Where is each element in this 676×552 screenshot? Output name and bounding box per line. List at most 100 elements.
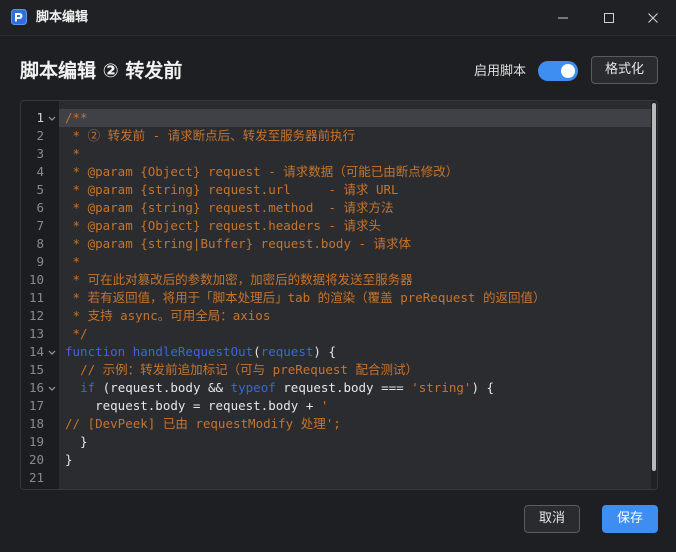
code-token: ) { [471, 380, 495, 395]
save-button[interactable]: 保存 [602, 505, 658, 533]
line-number: 6 [36, 200, 44, 215]
code-line: 8 * @param {string|Buffer} request.body … [21, 235, 651, 253]
code-token: /** [65, 110, 88, 125]
code-token: * @param {Object} request - 请求数据（可能已由断点修… [65, 164, 459, 179]
chevron-down-icon[interactable] [48, 109, 56, 127]
line-number: 1 [36, 110, 44, 125]
code-token: * [65, 254, 81, 269]
code-text: * 若有返回值，将用于「脚本处理后」tab 的渲染（覆盖 preRequest … [59, 289, 651, 307]
code-text: // [DevPeek] 已由 requestModify 处理'; [59, 415, 651, 433]
code-token: * @param {string|Buffer} request.body - … [65, 236, 412, 251]
maximize-icon [604, 13, 614, 23]
code-line: 4 * @param {Object} request - 请求数据（可能已由断… [21, 163, 651, 181]
code-token: * 支持 async。可用全局：axios [65, 308, 271, 323]
code-text: if (request.body && typeof request.body … [59, 379, 651, 397]
code-token: request [260, 344, 314, 359]
enable-script-toggle[interactable] [538, 61, 578, 81]
code-text: /** [59, 109, 651, 127]
code-text: * @param {Object} request - 请求数据（可能已由断点修… [59, 163, 651, 181]
code-token: handleRequestOut [132, 344, 254, 359]
chevron-down-icon[interactable] [48, 379, 56, 397]
code-token: * [65, 146, 81, 161]
code-token: function [65, 344, 126, 359]
page-title: 脚本编辑 ② 转发前 [20, 60, 183, 82]
code-token: ) { [313, 344, 336, 359]
code-text: } [59, 433, 651, 451]
line-number: 11 [28, 290, 44, 305]
code-text: * 可在此对篡改后的参数加密，加密后的数据将发送至服务器 [59, 271, 651, 289]
code-token: */ [65, 326, 88, 341]
format-button[interactable]: 格式化 [591, 56, 658, 84]
minimize-button[interactable] [540, 0, 586, 36]
code-text: request.body = request.body + ' [59, 397, 651, 415]
code-line: 1 /** [21, 109, 651, 127]
line-number: 9 [36, 254, 44, 269]
title-bar: 脚本编辑 [0, 0, 676, 36]
code-line: 5 * @param {string} request.url - 请求 URL [21, 181, 651, 199]
code-line: 20} [21, 451, 651, 469]
code-token: if [80, 380, 96, 395]
cancel-button[interactable]: 取消 [524, 505, 580, 533]
line-number: 19 [28, 434, 44, 449]
code-token: * 若有返回值，将用于「脚本处理后」tab 的渲染（覆盖 preRequest … [65, 290, 546, 305]
line-number: 12 [28, 308, 44, 323]
code-line: 16 if (request.body && typeof request.bo… [21, 379, 651, 397]
scrollbar-thumb[interactable] [652, 103, 656, 471]
line-number: 3 [36, 146, 44, 161]
code-text: } [59, 451, 651, 469]
code-token: * @param {string} request.method - 请求方法 [65, 200, 394, 215]
code-line: 14 function handleRequestOut(request) { [21, 343, 651, 361]
code-token: (request.body && [95, 380, 231, 395]
code-token: * 可在此对篡改后的参数加密，加密后的数据将发送至服务器 [65, 272, 413, 287]
code-token: } [65, 434, 88, 449]
code-line: 18 // [DevPeek] 已由 requestModify 处理'; [21, 415, 651, 433]
code-text: * [59, 145, 651, 163]
code-text: * @param {Object} request.headers - 请求头 [59, 217, 651, 235]
code-line: 12 * 支持 async。可用全局：axios [21, 307, 651, 325]
code-token: typeof [230, 380, 276, 395]
vertical-scrollbar[interactable] [651, 101, 657, 489]
maximize-button[interactable] [586, 0, 632, 36]
code-line: 10 * 可在此对篡改后的参数加密，加密后的数据将发送至服务器 [21, 271, 651, 289]
chevron-down-icon[interactable] [48, 343, 56, 361]
code-token: request.body === [275, 380, 412, 395]
code-token: } [65, 452, 73, 467]
line-number: 18 [28, 416, 44, 431]
window-title: 脚本编辑 [36, 10, 89, 25]
line-number: 17 [28, 398, 44, 413]
code-text: * @param {string|Buffer} request.body - … [59, 235, 651, 253]
code-token: 'string' [411, 380, 472, 395]
code-token: ( [253, 344, 261, 359]
line-number: 16 [28, 380, 44, 395]
code-text: * ② 转发前 - 请求断点后、转发至服务器前执行 [59, 127, 651, 145]
code-token: request.body = request.body + [65, 398, 321, 413]
code-text: * @param {string} request.method - 请求方法 [59, 199, 651, 217]
code-text: * @param {string} request.url - 请求 URL [59, 181, 651, 199]
code-line: 17 request.body = request.body + ' [21, 397, 651, 415]
toggle-knob [561, 64, 575, 78]
code-line: 2 * ② 转发前 - 请求断点后、转发至服务器前执行 [21, 127, 651, 145]
code-text: * 支持 async。可用全局：axios [59, 307, 651, 325]
code-text: */ [59, 325, 651, 343]
close-button[interactable] [630, 0, 676, 36]
line-number: 14 [28, 344, 44, 359]
code-token: // [DevPeek] 已由 requestModify 处理'; [65, 416, 341, 431]
code-token: // 示例：转发前追加标记（可与 preRequest 配合测试） [80, 362, 418, 377]
close-icon [648, 13, 658, 23]
code-token: * @param {Object} request.headers - 请求头 [65, 218, 381, 233]
code-token: * ② 转发前 - 请求断点后、转发至服务器前执行 [65, 128, 356, 143]
code-text: function handleRequestOut(request) { [59, 343, 651, 361]
code-line: 3 * [21, 145, 651, 163]
code-editor[interactable]: 1/** 2 * ② 转发前 - 请求断点后、转发至服务器前执行 3 * 4 * @p… [20, 100, 658, 490]
line-number: 5 [36, 182, 44, 197]
code-line: 11 * 若有返回值，将用于「脚本处理后」tab 的渲染（覆盖 preReque… [21, 289, 651, 307]
code-line: 21 [21, 469, 651, 487]
code-text: // 示例：转发前追加标记（可与 preRequest 配合测试） [59, 361, 651, 379]
line-number: 20 [28, 452, 44, 467]
line-number: 8 [36, 236, 44, 251]
line-number: 10 [28, 272, 44, 287]
